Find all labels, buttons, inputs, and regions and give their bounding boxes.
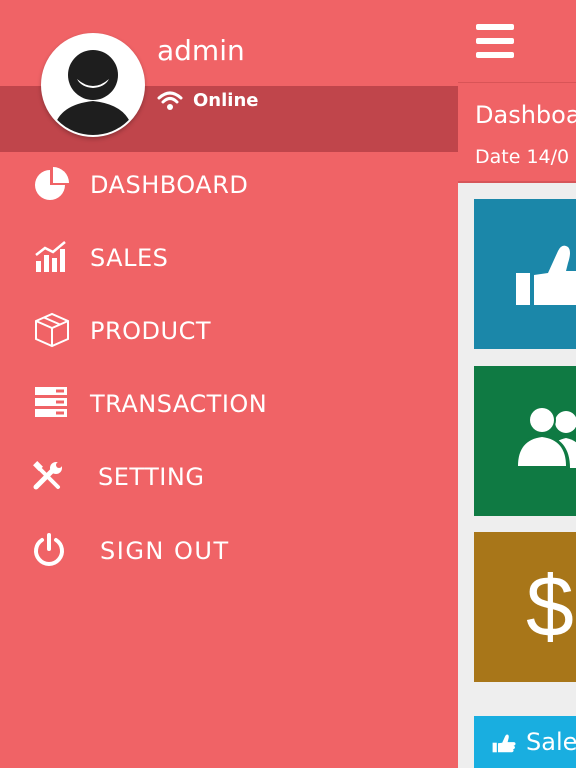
server-list-icon bbox=[35, 387, 67, 417]
sales-button[interactable]: Sale bbox=[474, 716, 576, 768]
sales-button-label: Sale bbox=[526, 728, 576, 756]
nav-item-sign-out[interactable]: SIGN OUT bbox=[0, 521, 458, 581]
wifi-icon bbox=[157, 91, 183, 110]
nav-item-label: SETTING bbox=[98, 463, 205, 491]
users-tile[interactable] bbox=[474, 366, 576, 516]
nav-item-setting[interactable]: SETTING bbox=[0, 448, 458, 508]
user-silhouette-icon bbox=[53, 50, 133, 135]
nav-item-label: TRANSACTION bbox=[90, 390, 268, 418]
menu-icon[interactable] bbox=[476, 24, 514, 58]
bar-chart-icon bbox=[35, 241, 66, 272]
box-icon bbox=[35, 312, 69, 348]
main-content: Dashboa Date 14/0 $ Sale bbox=[458, 0, 576, 768]
nav-item-dashboard[interactable]: DASHBOARD bbox=[0, 156, 458, 216]
top-app-bar bbox=[458, 0, 576, 83]
users-icon bbox=[514, 406, 576, 468]
nav-item-product[interactable]: PRODUCT bbox=[0, 302, 458, 362]
thumbs-up-icon bbox=[492, 734, 516, 753]
dollar-icon: $ bbox=[526, 559, 574, 655]
page-title: Dashboa bbox=[475, 101, 576, 129]
status-label: Online bbox=[193, 90, 259, 111]
tools-icon bbox=[33, 461, 62, 490]
nav-item-label: PRODUCT bbox=[90, 317, 212, 345]
nav-item-label: DASHBOARD bbox=[90, 171, 249, 199]
nav-item-label: SIGN OUT bbox=[100, 537, 230, 565]
likes-tile[interactable] bbox=[474, 199, 576, 349]
navigation-drawer: admin Online DASHBOARD SALES PRODUCT TRA… bbox=[0, 0, 458, 768]
username: admin bbox=[157, 34, 245, 67]
nav-item-sales[interactable]: SALES bbox=[0, 229, 458, 289]
nav-item-label: SALES bbox=[90, 244, 169, 272]
power-icon bbox=[34, 533, 64, 566]
thumbs-up-icon bbox=[516, 245, 576, 305]
date-label: Date 14/0 bbox=[475, 146, 570, 168]
nav-item-transaction[interactable]: TRANSACTION bbox=[0, 375, 458, 435]
dashboard-header: Dashboa Date 14/0 bbox=[458, 83, 576, 183]
revenue-tile[interactable]: $ bbox=[474, 532, 576, 682]
pie-chart-icon bbox=[35, 167, 69, 200]
avatar[interactable] bbox=[41, 33, 145, 137]
